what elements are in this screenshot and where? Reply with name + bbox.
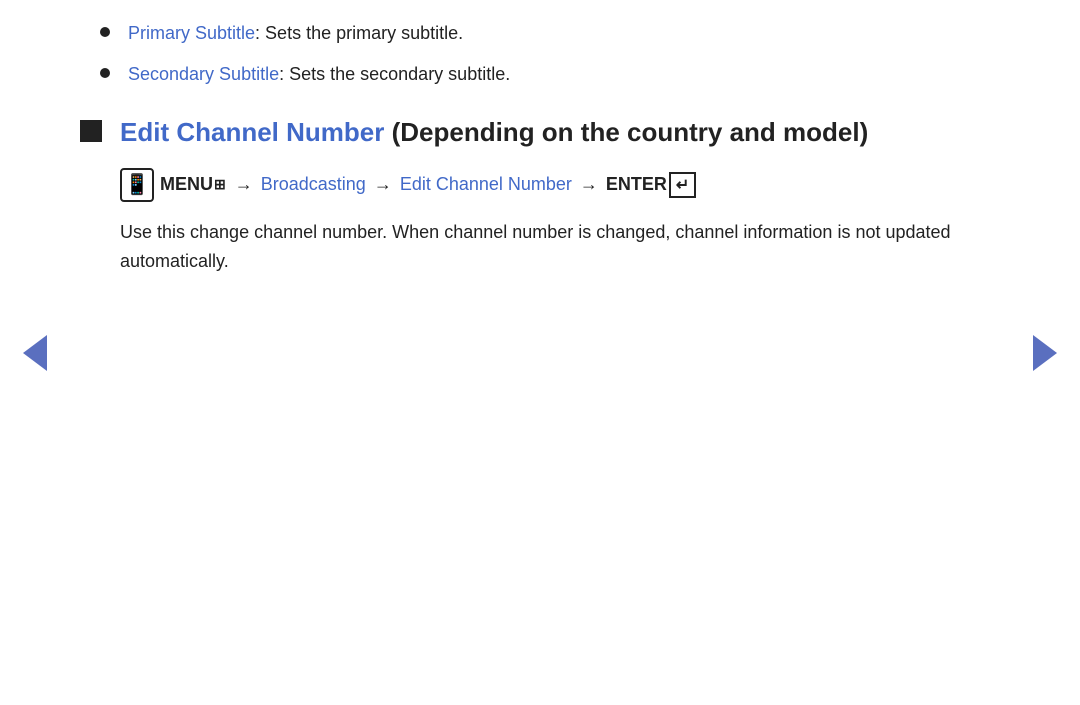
secondary-subtitle-text: Secondary Subtitle: Sets the secondary s… — [128, 61, 510, 88]
enter-button-label: ENTER↵ — [606, 172, 696, 198]
menu-icon: 📱 — [120, 168, 154, 202]
prev-nav-button[interactable] — [20, 333, 50, 373]
nav-path: 📱 MENU ⊞ → Broadcasting → Edit Channel N… — [120, 168, 1000, 202]
bullet-dot-2 — [100, 68, 110, 78]
list-item-primary-subtitle: Primary Subtitle: Sets the primary subti… — [100, 20, 1000, 47]
menu-label: MENU — [160, 174, 213, 195]
edit-channel-number-link: Edit Channel Number — [400, 174, 572, 195]
primary-subtitle-link: Primary Subtitle — [128, 23, 255, 43]
bullet-list: Primary Subtitle: Sets the primary subti… — [80, 20, 1000, 88]
arrow-3: → — [580, 174, 598, 195]
left-arrow-icon — [23, 335, 47, 371]
arrow-1: → — [235, 174, 253, 195]
primary-subtitle-text: Primary Subtitle: Sets the primary subti… — [128, 20, 463, 47]
secondary-subtitle-link: Secondary Subtitle — [128, 64, 279, 84]
section-title: Edit Channel Number (Depending on the co… — [120, 116, 868, 150]
section-title-link: Edit Channel Number — [120, 117, 384, 147]
enter-box: ↵ — [669, 172, 696, 198]
list-item-secondary-subtitle: Secondary Subtitle: Sets the secondary s… — [100, 61, 1000, 88]
next-nav-button[interactable] — [1030, 333, 1060, 373]
section-title-suffix: (Depending on the country and model) — [384, 117, 868, 147]
description-text: Use this change channel number. When cha… — [120, 218, 980, 276]
bullet-dot — [100, 27, 110, 37]
arrow-2: → — [374, 174, 392, 195]
grid-icon: ⊞ — [214, 176, 226, 193]
section-header: Edit Channel Number (Depending on the co… — [80, 116, 1000, 150]
finger-icon: 📱 — [125, 175, 150, 195]
right-arrow-icon — [1033, 335, 1057, 371]
broadcasting-link: Broadcasting — [261, 174, 366, 195]
section-marker — [80, 120, 102, 142]
main-content: Primary Subtitle: Sets the primary subti… — [0, 0, 1080, 295]
